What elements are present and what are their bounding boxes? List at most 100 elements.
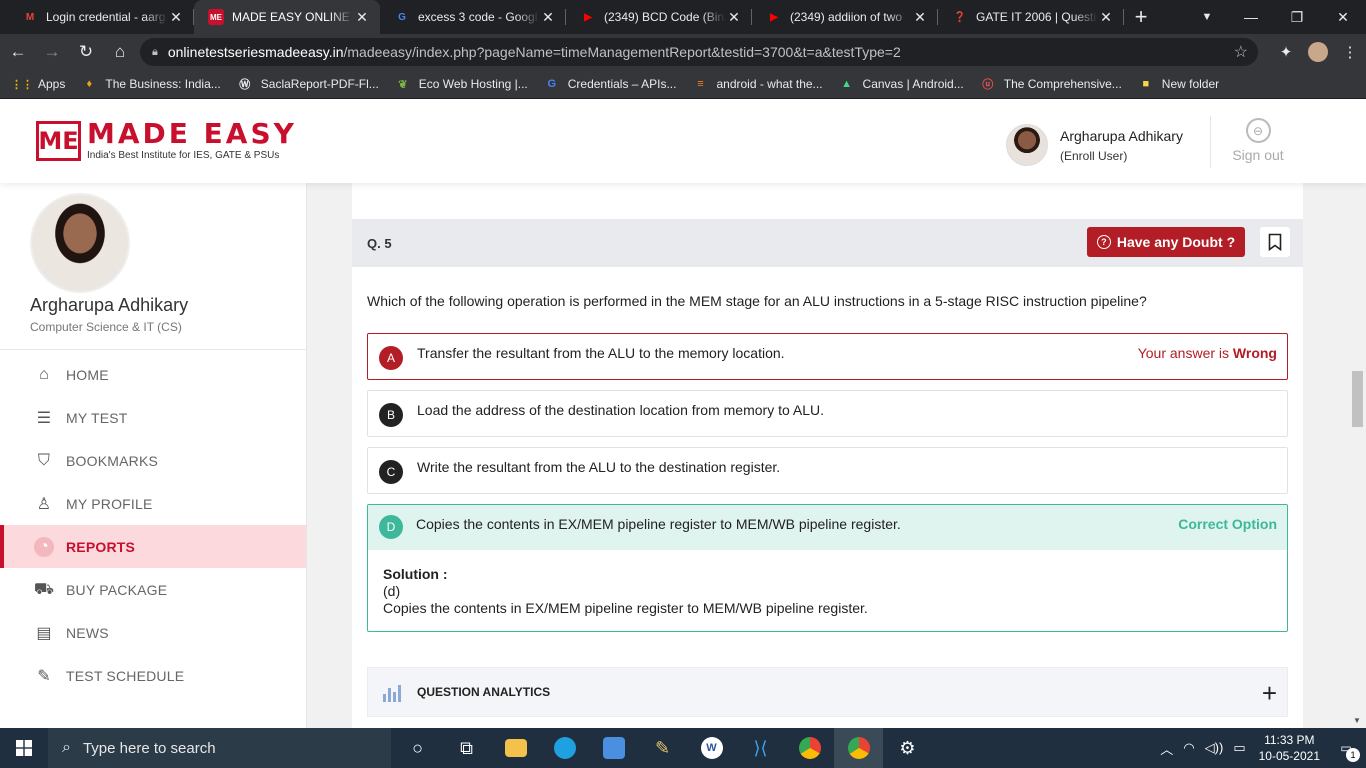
- vscode-icon[interactable]: ⟩⟨: [736, 728, 785, 768]
- expand-plus-icon: +: [1261, 678, 1277, 708]
- back-icon[interactable]: ←: [2, 36, 34, 68]
- menu-kebab-icon[interactable]: ⋮: [1334, 36, 1366, 68]
- option-letter: B: [379, 403, 403, 427]
- extensions-icon[interactable]: ✦: [1270, 36, 1302, 68]
- wifi-icon[interactable]: ◠: [1183, 740, 1194, 756]
- page-scrollbar[interactable]: ▼: [1349, 100, 1366, 728]
- clock[interactable]: 11:33 PM 10-05-2021: [1259, 732, 1320, 764]
- minimize-icon[interactable]: —: [1228, 0, 1274, 34]
- solution-label: Solution :: [383, 566, 448, 582]
- browser-tab[interactable]: ME MADE EASY ONLINE T ✕: [194, 0, 380, 34]
- sidebar-item-my-test[interactable]: ☰ MY TEST: [0, 396, 306, 439]
- tab-title: excess 3 code - Googl: [418, 10, 538, 24]
- taskbar-search-placeholder: Type here to search: [82, 739, 216, 757]
- sidebar-item-my-profile[interactable]: ♙ MY PROFILE: [0, 482, 306, 525]
- file-explorer-icon[interactable]: [491, 728, 540, 768]
- close-window-icon[interactable]: ✕: [1320, 0, 1366, 34]
- scroll-down-arrow-icon[interactable]: ▼: [1353, 716, 1361, 725]
- udemy-icon: ⓤ: [982, 79, 994, 91]
- close-tab-icon[interactable]: ✕: [354, 9, 370, 26]
- forward-icon[interactable]: →: [36, 36, 68, 68]
- sidebar-item-label: BUY PACKAGE: [66, 581, 168, 598]
- gmail-icon: M: [25, 11, 35, 23]
- bookmark-label: Eco Web Hosting |...: [418, 77, 528, 91]
- reload-icon[interactable]: ↻: [70, 36, 102, 68]
- home-browser-icon[interactable]: ⌂: [104, 36, 136, 68]
- close-tab-icon[interactable]: ✕: [912, 9, 928, 26]
- sign-out-icon: ⊖: [1245, 118, 1271, 143]
- cortana-icon[interactable]: ○: [393, 728, 442, 768]
- bookmark-star-icon[interactable]: ☆: [1234, 42, 1248, 62]
- word-icon[interactable]: W: [687, 728, 736, 768]
- bookmark-label: Canvas | Android...: [862, 77, 964, 91]
- android-icon: ▲: [841, 78, 852, 90]
- question-analytics-toggle[interactable]: QUESTION ANALYTICS +: [367, 667, 1288, 717]
- question-panel: Q. 5 ? Have any Doubt ? Which of the fol…: [352, 183, 1303, 728]
- tray-chevron-up-icon[interactable]: ︿: [1160, 739, 1173, 758]
- windows-start-icon[interactable]: [0, 728, 48, 768]
- question-text: Which of the following operation is perf…: [367, 293, 1147, 309]
- have-doubt-button[interactable]: ? Have any Doubt ?: [1087, 227, 1245, 257]
- browser-tab[interactable]: ▶ (2349) addiion of two ✕: [752, 0, 938, 34]
- close-tab-icon[interactable]: ✕: [168, 9, 184, 26]
- sidebar-item-label: MY PROFILE: [66, 495, 153, 512]
- sidebar-item-home[interactable]: ⌂ HOME: [0, 353, 306, 396]
- bookmark-item[interactable]: ≡ android - what the...: [692, 76, 822, 92]
- address-bar[interactable]: 🔒︎ onlinetestseriesmadeeasy.in/madeeasy/…: [140, 38, 1258, 66]
- chrome-icon[interactable]: [785, 728, 834, 768]
- taskbar-search[interactable]: ⌕ Type here to search: [48, 728, 391, 768]
- chrome-active-icon[interactable]: [834, 728, 883, 768]
- bookmark-label: Apps: [38, 77, 66, 91]
- home-icon: ⌂: [39, 365, 49, 383]
- task-view-icon[interactable]: ⧉: [442, 728, 491, 768]
- clock-date: 10-05-2021: [1258, 749, 1320, 763]
- browser-tab[interactable]: Gexcess 3 code - Googl ✕: [380, 0, 566, 34]
- sidebar-item-reports[interactable]: ◔ REPORTS: [0, 525, 306, 568]
- sidebar-item-bookmarks[interactable]: ⛉ BOOKMARKS: [0, 439, 306, 482]
- browser-tab[interactable]: ▶ (2349) BCD Code (Bina ✕: [566, 0, 752, 34]
- battery-icon[interactable]: ▭: [1233, 740, 1245, 756]
- sidebar-item-news[interactable]: ▤ NEWS: [0, 611, 306, 654]
- profile-avatar[interactable]: [1308, 42, 1328, 62]
- user-icon: ♙: [36, 495, 52, 513]
- made-easy-logo[interactable]: ME MADE EASY India's Best Institute for …: [36, 120, 297, 161]
- sidebar-item-buy-package[interactable]: ⛟ BUY PACKAGE: [0, 568, 306, 611]
- bookmark-question-button[interactable]: [1260, 227, 1290, 257]
- settings-gear-icon[interactable]: ⚙: [883, 728, 932, 768]
- paint-icon[interactable]: ✎: [638, 728, 687, 768]
- sidebar-item-test-schedule[interactable]: ✎ TEST SCHEDULE: [0, 654, 306, 697]
- close-tab-icon[interactable]: ✕: [540, 9, 556, 26]
- bookmark-icon: [1268, 233, 1282, 251]
- tab-search-icon[interactable]: ▼: [1196, 8, 1218, 26]
- windows-taskbar: ⌕ Type here to search ○ ⧉ ✎ W ⟩⟨ ⚙ ︿ ◠ ◁…: [0, 728, 1366, 768]
- browser-tab[interactable]: M Login credential - aarg ✕: [8, 0, 194, 34]
- edge-icon[interactable]: [540, 728, 589, 768]
- bookmark-item[interactable]: G Credentials – APIs...: [544, 76, 676, 92]
- wrong-tag-strong: Wrong: [1232, 345, 1277, 361]
- store-icon[interactable]: [589, 728, 638, 768]
- close-tab-icon[interactable]: ✕: [726, 9, 742, 26]
- avatar: [1006, 124, 1048, 166]
- scrollbar-thumb[interactable]: [1352, 371, 1363, 427]
- search-icon: ⌕: [62, 739, 71, 756]
- have-doubt-label: Have any Doubt ?: [1116, 234, 1236, 250]
- bookmark-item[interactable]: Ⓦ SaclaReport-PDF-Fl...: [237, 76, 379, 92]
- volume-icon[interactable]: ◁)): [1205, 740, 1224, 756]
- browser-tab[interactable]: ❓ GATE IT 2006 | Questic ✕: [938, 0, 1124, 34]
- bookmark-item[interactable]: ❦ Eco Web Hosting |...: [395, 76, 528, 92]
- bookmark-label: SaclaReport-PDF-Fl...: [260, 77, 379, 91]
- option-c: C Write the resultant from the ALU to th…: [367, 447, 1288, 494]
- bookmark-item[interactable]: ⓤ The Comprehensive...: [980, 76, 1122, 92]
- bookmark-item[interactable]: ♦ The Business: India...: [81, 76, 221, 92]
- option-d: D Copies the contents in EX/MEM pipeline…: [367, 504, 1288, 632]
- bookmark-item[interactable]: ⋮⋮ Apps: [11, 76, 66, 92]
- new-tab-button[interactable]: +: [1124, 0, 1158, 34]
- bookmark-item[interactable]: ■ New folder: [1138, 76, 1219, 92]
- notification-center-icon[interactable]: ▭ 1: [1334, 736, 1360, 762]
- wrong-tag-prefix: Your answer is: [1137, 345, 1233, 361]
- sidebar-divider: [0, 349, 307, 350]
- bookmark-item[interactable]: ▲ Canvas | Android...: [839, 76, 964, 92]
- sign-out-button[interactable]: ⊖ Sign out: [1230, 118, 1286, 163]
- close-tab-icon[interactable]: ✕: [1098, 9, 1114, 26]
- maximize-icon[interactable]: ❐: [1274, 0, 1320, 34]
